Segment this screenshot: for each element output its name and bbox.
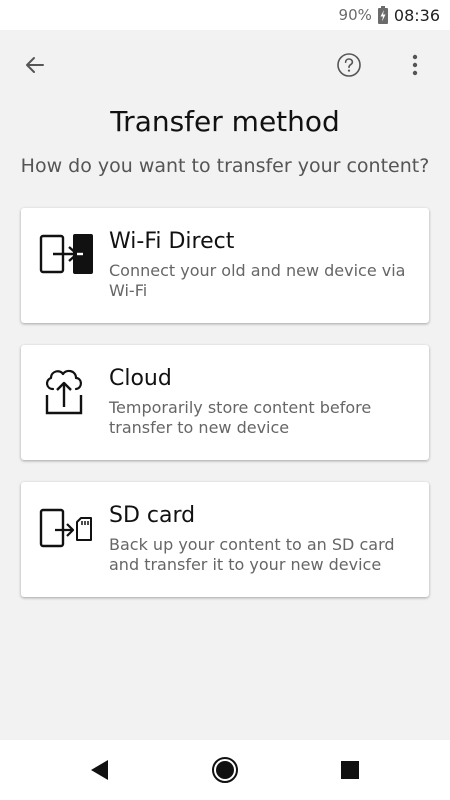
clock: 08:36 bbox=[393, 5, 440, 25]
status-indicators: 90% 08:36 bbox=[339, 5, 440, 25]
back-button[interactable] bbox=[15, 45, 55, 85]
more-options-button[interactable] bbox=[395, 45, 435, 85]
wifi-direct-transfer-icon bbox=[39, 230, 95, 280]
transfer-method-screen: 90% 08:36 Transfer method How do you wan… bbox=[0, 0, 450, 800]
nav-back-button[interactable] bbox=[80, 750, 120, 790]
app-bar bbox=[0, 30, 450, 100]
arrow-left-icon bbox=[26, 57, 44, 73]
nav-recent-icon bbox=[341, 761, 359, 779]
page-title: Transfer method bbox=[110, 105, 340, 138]
option-description: Temporarily store content before transfe… bbox=[109, 398, 372, 437]
page-subtitle: How do you want to transfer your content… bbox=[20, 155, 430, 177]
sd-card-option[interactable]: SD card Back up your content to an SD ca… bbox=[21, 482, 429, 597]
cloud-upload-icon bbox=[39, 367, 95, 417]
status-bar: 90% 08:36 bbox=[0, 0, 450, 30]
wifi-direct-option[interactable]: Wi-Fi Direct Connect your old and new de… bbox=[21, 208, 429, 323]
nav-recent-apps-button[interactable] bbox=[330, 750, 370, 790]
battery-percentage: 90% bbox=[338, 6, 372, 24]
system-navigation-bar bbox=[0, 740, 450, 800]
cloud-option[interactable]: Cloud Temporarily store content before t… bbox=[21, 345, 429, 460]
nav-home-icon bbox=[212, 757, 238, 783]
nav-home-button[interactable] bbox=[205, 750, 245, 790]
option-title: Cloud bbox=[109, 366, 172, 391]
help-circle-icon bbox=[337, 53, 361, 77]
option-title: SD card bbox=[109, 503, 196, 528]
nav-back-icon bbox=[91, 760, 108, 780]
more-vertical-icon bbox=[412, 54, 418, 76]
option-description: Connect your old and new device via Wi-F… bbox=[109, 261, 406, 300]
option-title: Wi-Fi Direct bbox=[109, 229, 235, 254]
battery-charging-icon bbox=[377, 6, 388, 24]
help-button[interactable] bbox=[329, 45, 369, 85]
sd-card-transfer-icon bbox=[39, 504, 95, 554]
option-description: Back up your content to an SD card and t… bbox=[109, 535, 395, 574]
